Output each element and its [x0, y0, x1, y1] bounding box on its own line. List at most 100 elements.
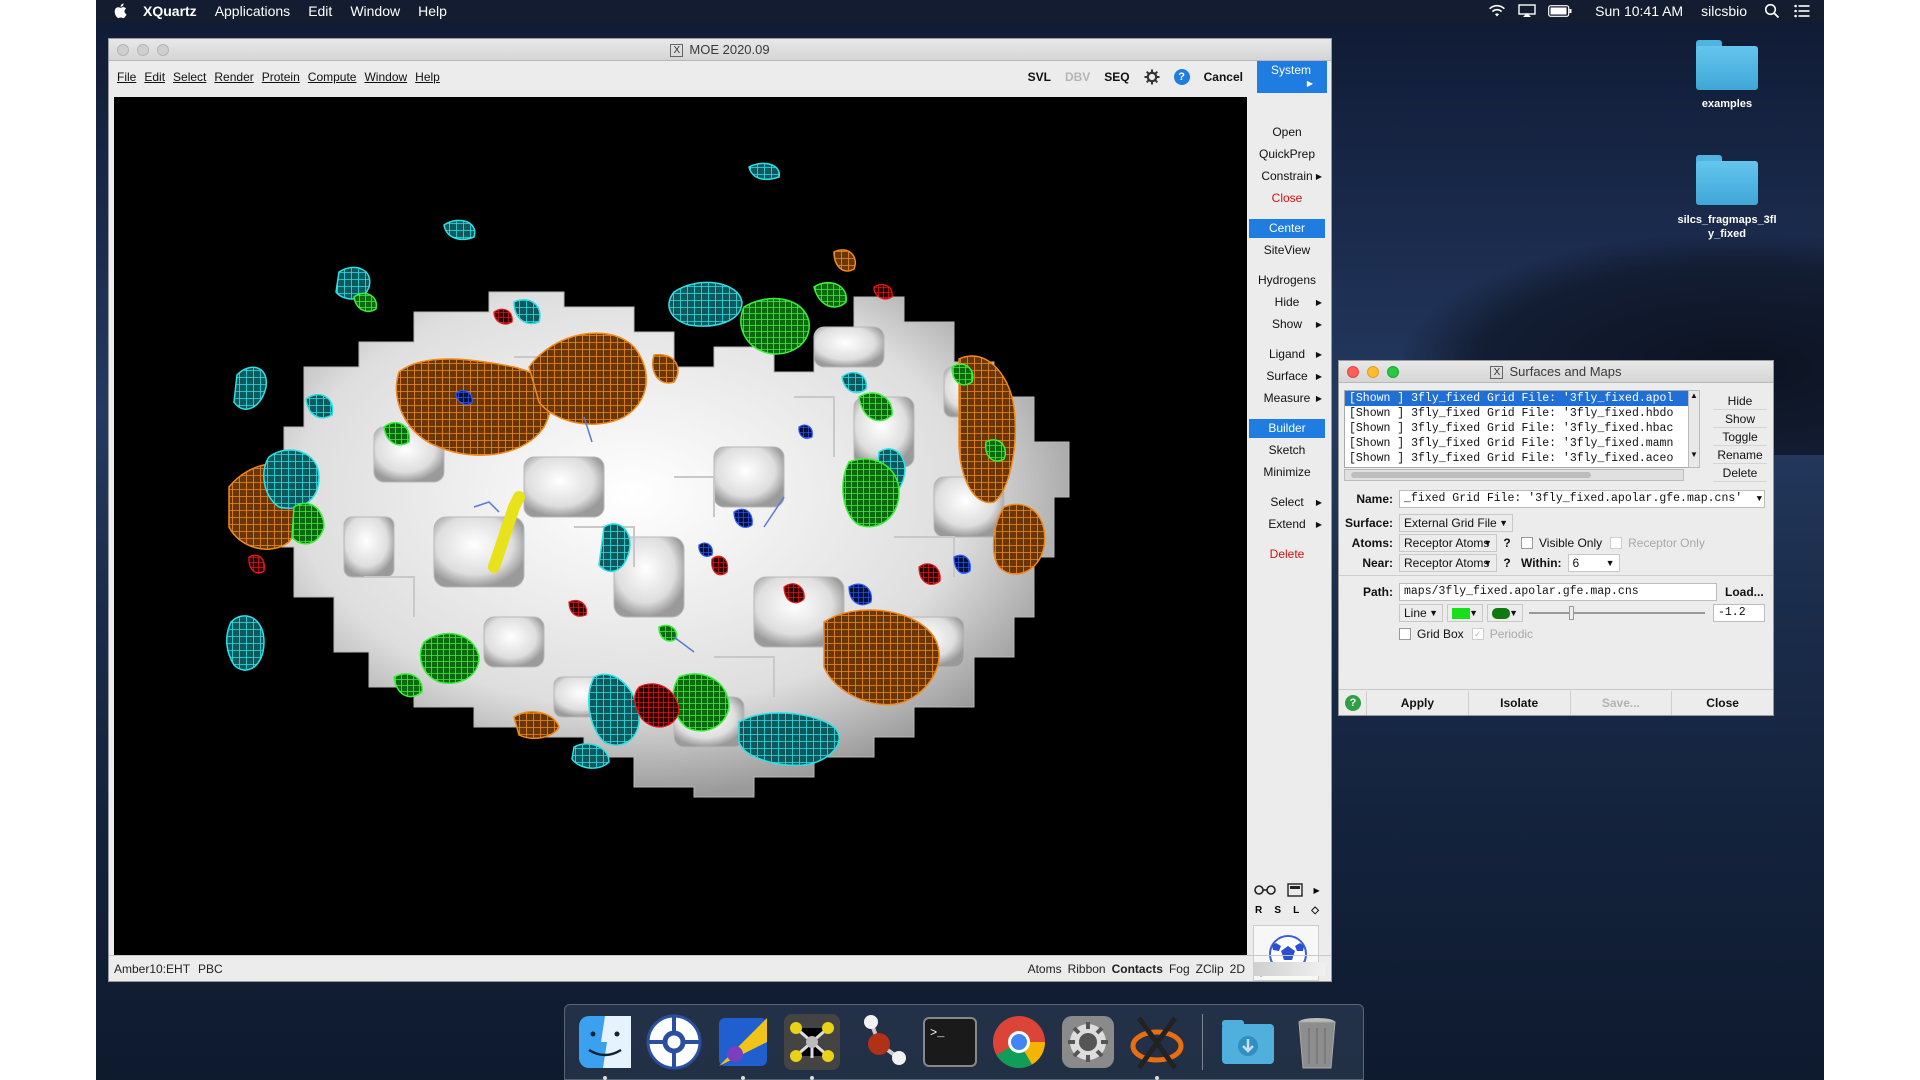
map-hide-button[interactable]: Hide: [1713, 392, 1767, 410]
spotlight-search-icon[interactable]: [1764, 3, 1780, 19]
near-help-icon[interactable]: ?: [1501, 556, 1513, 570]
svl-button[interactable]: SVL: [1028, 70, 1051, 84]
close-button[interactable]: Close: [1249, 189, 1325, 208]
surface-style-picker[interactable]: ▼: [1487, 604, 1523, 622]
help-icon[interactable]: ?: [1173, 69, 1190, 85]
builder-button[interactable]: Builder: [1249, 419, 1325, 438]
isovalue-slider[interactable]: [1529, 604, 1709, 622]
scroll-up-icon[interactable]: ▲: [1689, 391, 1699, 400]
zclip-toggle[interactable]: ZClip: [1196, 962, 1224, 976]
atoms-dropdown[interactable]: Receptor Atoms ▼: [1399, 534, 1497, 552]
minimize-window-button[interactable]: [1367, 366, 1379, 378]
view-key-l[interactable]: L: [1293, 905, 1299, 916]
dbv-button[interactable]: DBV: [1065, 70, 1090, 84]
ribbon-toggle[interactable]: Ribbon: [1068, 962, 1106, 976]
notification-center-icon[interactable]: [1794, 4, 1810, 18]
constrain-button[interactable]: Constrain ▶: [1249, 167, 1325, 186]
diamond-icon[interactable]: ◇: [1311, 905, 1319, 916]
moe-menu-window[interactable]: Window: [364, 70, 407, 84]
seq-button[interactable]: SEQ: [1104, 70, 1129, 84]
measure-button[interactable]: Measure ▶: [1249, 389, 1325, 408]
moe-menu-render[interactable]: Render: [214, 70, 253, 84]
desktop-icon-silcs-fragmaps[interactable]: silcs_fragmaps_3fly_fixed: [1672, 155, 1782, 241]
forcefield-label[interactable]: Amber10:EHT: [114, 962, 190, 976]
select-button[interactable]: Select ▶: [1249, 493, 1325, 512]
list-item[interactable]: [Shown ] 3fly_fixed Grid File: '3fly_fix…: [1345, 421, 1699, 436]
list-vertical-scrollbar[interactable]: ▲ ▼: [1688, 390, 1700, 468]
menubar-item-edit[interactable]: Edit: [299, 3, 341, 19]
surface-list[interactable]: [Shown ] 3fly_fixed Grid File: '3fly_fix…: [1344, 390, 1700, 468]
menubar-app-name[interactable]: XQuartz: [134, 3, 206, 19]
map-toggle-button[interactable]: Toggle: [1713, 428, 1767, 446]
surface-button[interactable]: Surface ▶: [1249, 367, 1325, 386]
within-field[interactable]: 6 ▼: [1567, 554, 1620, 572]
menubar-item-help[interactable]: Help: [409, 3, 456, 19]
molecular-3d-viewport[interactable]: [114, 97, 1247, 955]
ligand-button[interactable]: Ligand ▶: [1249, 345, 1325, 364]
siteview-button[interactable]: SiteView: [1249, 241, 1325, 260]
map-show-button[interactable]: Show: [1713, 410, 1767, 428]
moe-menu-select[interactable]: Select: [173, 70, 206, 84]
moe-menu-protein[interactable]: Protein: [262, 70, 300, 84]
visible-only-checkbox[interactable]: [1521, 537, 1533, 549]
cancel-button[interactable]: Cancel: [1204, 70, 1243, 84]
moe-titlebar[interactable]: X MOE 2020.09: [109, 39, 1331, 61]
zoom-window-button[interactable]: [1387, 366, 1399, 378]
zoom-slider[interactable]: [1253, 961, 1325, 976]
browser-icon[interactable]: [644, 1012, 704, 1072]
center-button[interactable]: Center: [1249, 219, 1325, 238]
xquartz-icon[interactable]: [1127, 1012, 1187, 1080]
receptor-only-checkbox[interactable]: [1610, 537, 1623, 549]
desktop-icon-examples[interactable]: examples: [1672, 40, 1782, 110]
menubar-user[interactable]: silcsbio: [1692, 3, 1756, 19]
isolate-button[interactable]: Isolate: [1467, 690, 1570, 715]
load-button[interactable]: Load...: [1725, 585, 1764, 599]
wifi-icon[interactable]: [1488, 4, 1506, 18]
stereo-glasses-icon[interactable]: [1254, 884, 1277, 896]
finder-icon[interactable]: [575, 1012, 635, 1080]
show-button[interactable]: Show ▶: [1249, 315, 1325, 334]
near-dropdown[interactable]: Receptor Atoms ▼: [1399, 554, 1497, 572]
system-preferences-icon[interactable]: [1058, 1012, 1118, 1072]
view-key-r[interactable]: R: [1255, 905, 1262, 916]
map-rename-button[interactable]: Rename: [1713, 446, 1767, 464]
close-window-button[interactable]: [117, 44, 129, 56]
list-item[interactable]: [Shown ] 3fly_fixed Grid File: '3fly_fix…: [1345, 451, 1699, 466]
map-color-picker[interactable]: ▼: [1447, 604, 1483, 622]
surface-type-dropdown[interactable]: External Grid File ▼: [1399, 514, 1513, 532]
render-style-dropdown[interactable]: Line ▼: [1399, 604, 1443, 622]
list-item[interactable]: [Shown ] 3fly_fixed Grid File: '3fly_fix…: [1345, 391, 1699, 406]
chrome-icon[interactable]: [989, 1012, 1049, 1072]
delete-button[interactable]: Delete: [1249, 545, 1325, 564]
list-item[interactable]: [Shown ] 3fly_fixed Grid File: '3fly_fix…: [1345, 406, 1699, 421]
fog-toggle[interactable]: Fog: [1169, 962, 1190, 976]
moe-menu-help[interactable]: Help: [415, 70, 440, 84]
moe-menu-file[interactable]: File: [117, 70, 136, 84]
2d-toggle[interactable]: 2D: [1230, 962, 1245, 976]
pymol-icon[interactable]: [713, 1012, 773, 1080]
moe-icon[interactable]: [782, 1012, 842, 1080]
isovalue-field[interactable]: -1.2: [1713, 604, 1765, 622]
molecule-icon[interactable]: [851, 1012, 911, 1072]
window-layout-icon[interactable]: [1287, 883, 1303, 897]
menubar-clock[interactable]: Sun 10:41 AM: [1586, 3, 1692, 19]
list-horizontal-scrollbar[interactable]: [1344, 469, 1684, 481]
periodic-checkbox[interactable]: ✓: [1471, 628, 1484, 640]
minimize-window-button[interactable]: [137, 44, 149, 56]
menubar-item-applications[interactable]: Applications: [206, 3, 300, 19]
pbc-label[interactable]: PBC: [198, 962, 223, 976]
quickprep-button[interactable]: QuickPrep: [1249, 145, 1325, 164]
save-button[interactable]: Save...: [1569, 690, 1672, 715]
apple-icon[interactable]: [114, 3, 128, 19]
moe-menu-edit[interactable]: Edit: [144, 70, 165, 84]
path-field[interactable]: maps/3fly_fixed.apolar.gfe.map.cns: [1399, 583, 1717, 601]
moe-menu-compute[interactable]: Compute: [308, 70, 357, 84]
scroll-thumb[interactable]: [1351, 472, 1591, 478]
zoom-window-button[interactable]: [157, 44, 169, 56]
terminal-icon[interactable]: >_: [920, 1012, 980, 1072]
close-dialog-button[interactable]: Close: [1671, 690, 1773, 715]
hydrogens-button[interactable]: Hydrogens: [1249, 271, 1325, 290]
open-button[interactable]: Open: [1249, 123, 1325, 142]
view-key-s[interactable]: S: [1274, 905, 1281, 916]
dialog-titlebar[interactable]: X Surfaces and Maps: [1339, 361, 1773, 383]
